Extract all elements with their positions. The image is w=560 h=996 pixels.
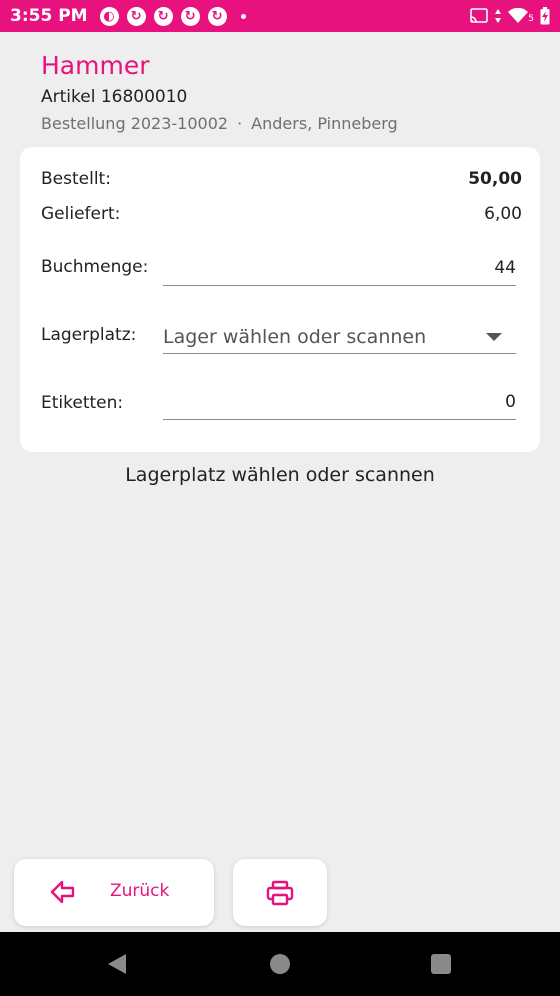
signal-label: 5 [528,14,534,24]
item-header: Hammer Artikel 16800010 Bestellung 2023-… [41,50,398,135]
order-number: Bestellung 2023-10002 [41,114,229,133]
ordered-label: Bestellt: [41,169,111,189]
storage-location-select[interactable]: Lager wählen oder scannen [163,318,516,354]
status-bar: 3:55 PM ◐ ↻ ↻ ↻ ↻ 5 [0,0,560,32]
hint-message: Lagerplatz wählen oder scannen [125,464,435,486]
order-info: Bestellung 2023-10002 · Anders, Pinneberg [41,113,398,135]
item-title: Hammer [41,51,150,80]
arrow-left-icon [50,880,75,904]
back-button-label: Zurück [110,881,170,901]
print-button[interactable] [233,859,327,926]
storage-location-label: Lagerplatz: [41,325,137,345]
notification-icons: ◐ ↻ ↻ ↻ ↻ [99,6,246,26]
sync-icon: ↻ [207,6,227,26]
cast-icon [470,8,489,23]
status-time: 3:55 PM [10,6,88,26]
labels-label: Etiketten: [41,393,124,413]
battery-charging-icon [540,7,550,25]
nav-home-icon[interactable] [270,954,290,974]
sync-icon: ↻ [180,6,200,26]
order-separator: · [237,114,243,133]
storage-location-placeholder: Lager wählen oder scannen [163,326,427,348]
back-button[interactable]: Zurück [14,859,214,926]
booking-card: Bestellt: 50,00 Geliefert: 6,00 Buchmeng… [20,147,540,452]
delivered-label: Geliefert: [41,204,121,224]
booking-quantity-label: Buchmenge: [41,257,149,277]
sync-icon: ↻ [126,6,146,26]
article-number: Artikel 16800010 [41,87,188,107]
app-icon: ◐ [99,6,119,26]
labels-value: 0 [505,392,516,412]
system-icons: 5 [470,7,550,25]
system-navigation-bar [0,932,560,996]
data-transfer-icon [495,9,502,23]
printer-icon [266,880,294,905]
ordered-value: 50,00 [468,169,522,189]
sync-icon: ↻ [153,6,173,26]
delivered-value: 6,00 [484,204,522,224]
dropdown-arrow-icon[interactable] [486,333,502,341]
more-notifications-icon [240,13,246,19]
nav-recents-icon[interactable] [431,954,451,974]
labels-input[interactable]: 0 [163,384,516,420]
booking-quantity-value: 44 [494,258,516,278]
customer-name: Anders, Pinneberg [251,114,398,133]
wifi-icon [508,8,529,23]
booking-quantity-input[interactable]: 44 [163,250,516,286]
nav-back-icon[interactable] [108,954,126,974]
